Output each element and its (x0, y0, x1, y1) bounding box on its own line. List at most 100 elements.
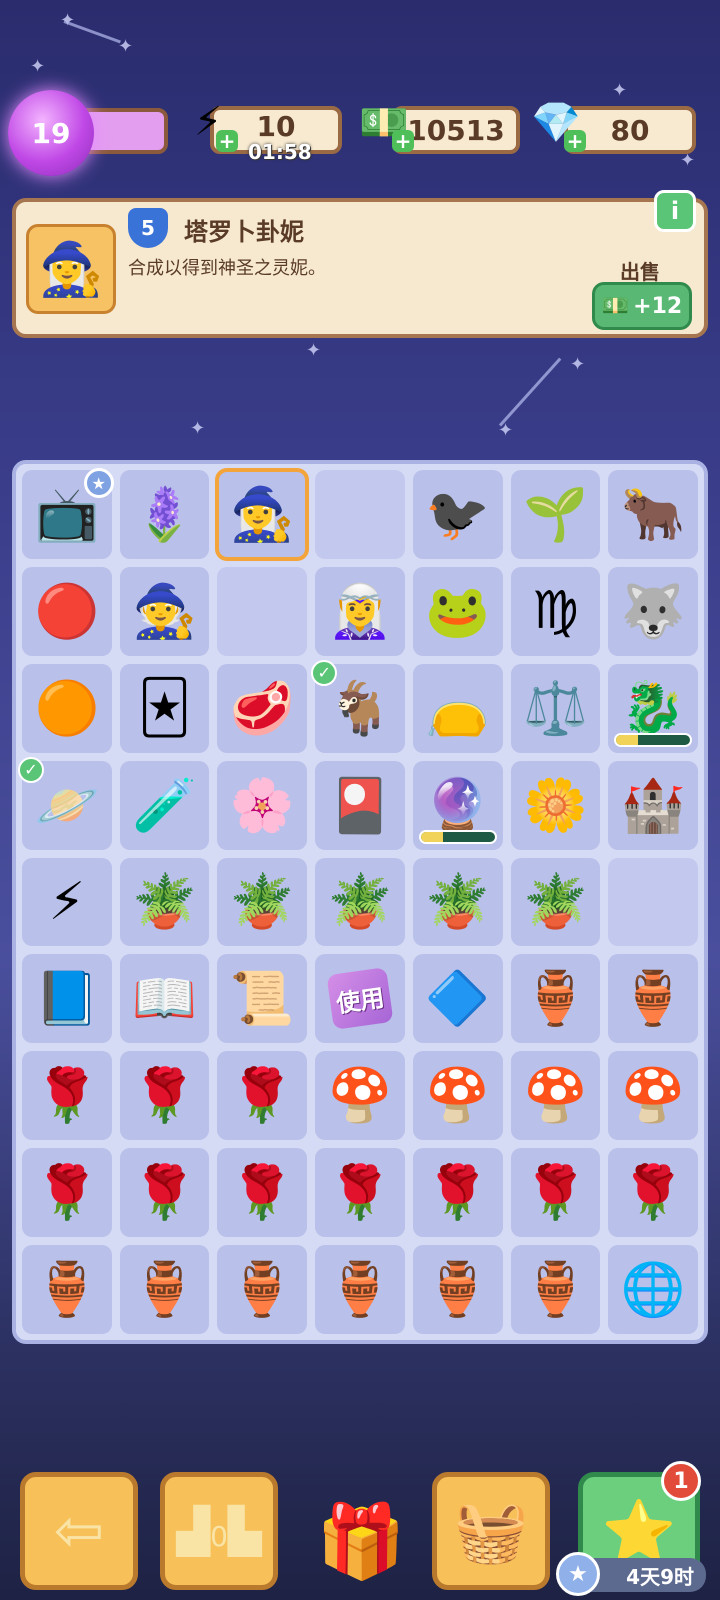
tarot-girl-icon: 🧙‍♀️ (26, 224, 116, 314)
cash-icon[interactable]: 💵 + (356, 94, 414, 153)
energy-timer: 01:58 (248, 140, 312, 164)
board-cell[interactable]: 🌹 (22, 1051, 112, 1141)
haunted-house-item-icon: 🏰 (620, 775, 686, 836)
board-cell[interactable]: 🪴 (217, 857, 308, 947)
board-cell[interactable] (315, 470, 405, 559)
board-cell[interactable]: 🌹 (510, 1148, 601, 1238)
rose-jar-item-icon: 🏺 (425, 1260, 491, 1321)
board-cell[interactable]: 🔴 (22, 566, 112, 656)
board-cell[interactable]: 🪻 (119, 470, 210, 559)
sell-value: +12 (633, 293, 683, 319)
board-cell[interactable]: 🍄 (412, 1051, 503, 1141)
board-cell[interactable]: 🔮 (412, 760, 503, 850)
basket-button[interactable]: 🧺 (432, 1472, 550, 1590)
info-button[interactable]: i (654, 190, 696, 232)
board-cell[interactable]: 🪴 (510, 857, 601, 947)
board-cell[interactable]: 🏺 (412, 1245, 503, 1334)
board-cell[interactable]: 🏺 (608, 954, 698, 1044)
board-cell[interactable]: 🌼 (510, 760, 601, 850)
board-cell[interactable]: 🌹 (608, 1148, 698, 1238)
board-cell[interactable]: ♍ (510, 566, 601, 656)
board-cell[interactable]: 🃏 (119, 663, 210, 753)
board-cell[interactable]: 🪴 (119, 857, 210, 947)
plus-icon[interactable]: + (564, 129, 586, 153)
xp-bar (82, 108, 168, 154)
board-cell[interactable]: 🌹 (412, 1148, 503, 1238)
board-cell[interactable]: 🍄 (608, 1051, 698, 1141)
board-cell[interactable]: 🪴 (412, 857, 503, 947)
back-button[interactable]: ⇦ (20, 1472, 138, 1590)
star-decor-icon: ✦ (570, 354, 586, 375)
sell-button[interactable]: 💵 +12 (592, 282, 692, 330)
board-cell[interactable]: 🏺 (119, 1245, 210, 1334)
board-cell[interactable]: ⚖️ (510, 663, 601, 753)
star-decor-icon: ✦ (30, 56, 46, 77)
rose-jar-item-icon: 🏺 (132, 1260, 197, 1321)
board-cell[interactable]: 🐂 (608, 470, 698, 559)
board-cell[interactable]: 🏰 (608, 760, 698, 850)
board-cell[interactable]: 🟠 (22, 663, 112, 753)
board-cell[interactable]: 🐉 (608, 663, 698, 753)
ruby-icon[interactable]: 💎 + (528, 94, 586, 153)
level-orb[interactable]: 19 (8, 90, 94, 176)
board-cell[interactable]: 📜 (217, 954, 308, 1044)
board-cell[interactable]: 🌹 (22, 1148, 112, 1238)
virgo-item-icon: ♍ (532, 581, 579, 642)
podium-icon: ▟0▙ (176, 1505, 262, 1557)
board-cell[interactable]: 🧝‍♀️ (315, 566, 405, 656)
board-cell[interactable]: 🐺 (608, 566, 698, 656)
rose-potion-item-icon: 🌹 (34, 1066, 100, 1127)
gnome-item-icon: 🍄 (620, 1066, 686, 1127)
board-cell[interactable]: 🧙 (119, 566, 210, 656)
rose-jar-item-icon: 🏺 (34, 1260, 100, 1321)
rose-jar-item-icon: 🏺 (229, 1260, 295, 1321)
tarot-card-item-icon: 🃏 (137, 678, 192, 739)
board-cell[interactable]: 🐐 ✓ (311, 659, 405, 753)
plus-icon[interactable]: + (392, 129, 414, 153)
board-cell[interactable]: 🌸 (217, 760, 308, 850)
leaderboard-button[interactable]: ▟0▙ (160, 1472, 278, 1590)
notification-badge: 1 (661, 1461, 701, 1501)
board-cell[interactable]: 🪴 (315, 857, 405, 947)
board-cell[interactable]: 🐸 (412, 566, 503, 656)
board-cell[interactable]: 🌹 (315, 1148, 405, 1238)
lightning-icon[interactable]: ⚡ + (180, 94, 238, 153)
gnome-item-icon: 🍄 (523, 1066, 588, 1127)
raven-item-icon: 🐦‍⬛ (425, 484, 491, 545)
board-cell[interactable]: 🎴 (315, 760, 405, 850)
board-cell[interactable]: 🧪 (119, 760, 210, 850)
wolf-item-icon: 🐺 (620, 581, 686, 642)
merge-board: 📺 ★ 🪻 🧙‍♀️ 🐦‍⬛ 🌱 🐂 🔴 🧙 🧝‍♀️ 🐸 ♍ 🐺 🟠 🃏 🥩 🐐 ✓ 👝 ⚖️ 🐉 🪐 ✓ 🧪 🌸 🎴 🔮 🌼 🏰 ⚡ 🪴… (12, 460, 708, 1344)
board-cell[interactable]: 🌹 (217, 1148, 308, 1238)
board-cell[interactable]: 🌹 (217, 1051, 308, 1141)
board-cell[interactable]: 🏺 (510, 954, 601, 1044)
gem-chest-icon[interactable]: 🎁 (306, 1486, 416, 1596)
board-cell[interactable]: 🏺 (22, 1245, 112, 1334)
board-cell[interactable]: 🌐 (608, 1245, 698, 1334)
board-cell[interactable] (608, 857, 698, 947)
board-cell[interactable]: 🏺 (315, 1245, 405, 1334)
board-cell[interactable]: 🔷 (412, 954, 503, 1044)
board-cell[interactable]: 👝 (412, 663, 503, 753)
board-cell[interactable]: 🥩 (217, 663, 308, 753)
rose-potion-item-icon: 🌹 (327, 1163, 393, 1224)
board-cell[interactable]: 🧙‍♀️ (215, 468, 310, 561)
board-cell[interactable]: 🏺 (217, 1245, 308, 1334)
board-cell[interactable]: 🌹 (119, 1148, 210, 1238)
board-cell[interactable]: 🪐 ✓ (18, 756, 112, 850)
board-cell[interactable]: 使用 (315, 954, 405, 1044)
plus-icon[interactable]: + (216, 129, 238, 153)
board-cell[interactable]: 🌱 (510, 470, 601, 559)
board-cell[interactable]: ⚡ (22, 857, 112, 947)
board-cell[interactable]: 📖 (119, 954, 210, 1044)
board-cell[interactable]: 📘 (22, 954, 112, 1044)
board-cell[interactable]: 📺 ★ (22, 468, 114, 559)
board-cell[interactable]: 🏺 (510, 1245, 601, 1334)
board-cell[interactable]: 🍄 (510, 1051, 601, 1141)
board-cell[interactable]: 🌹 (119, 1051, 210, 1141)
wizard-girl-item-icon: 🧙 (132, 581, 197, 642)
board-cell[interactable]: 🐦‍⬛ (412, 470, 503, 559)
board-cell[interactable]: 🍄 (315, 1051, 405, 1141)
board-cell[interactable] (217, 566, 308, 656)
constellation-line (63, 20, 121, 44)
